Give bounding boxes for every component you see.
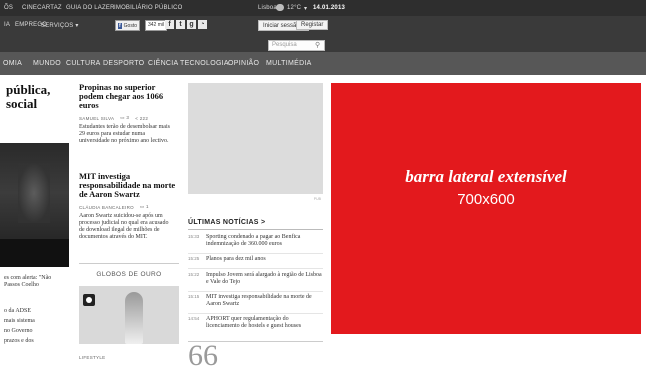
- divider: [188, 313, 323, 314]
- main-headline[interactable]: pública, social: [6, 83, 72, 111]
- nav-item-mundo[interactable]: MUNDO: [33, 60, 61, 67]
- ad-title: barra lateral extensível: [405, 167, 567, 186]
- news-link[interactable]: Planos para dez mil anos: [206, 256, 266, 266]
- weather-city: Lisboa: [258, 5, 277, 11]
- facebook-like-button[interactable]: f Gosto: [115, 20, 141, 31]
- comment-count[interactable]: ▭ 3: [120, 115, 129, 121]
- news-time: 14:54: [188, 316, 200, 321]
- header-bar: IA EMPREGO SERVIÇOS ▾ f Gosto 342 mil f …: [0, 16, 646, 52]
- nav-item-multimedia[interactable]: MULTIMÉDIA: [266, 60, 312, 67]
- section-nav: OMIA MUNDO CULTURA DESPORTO CIÊNCIA TECN…: [0, 52, 646, 75]
- share-icon: <: [135, 115, 139, 121]
- article-summary: Estudantes terão de desembolsar mais 29 …: [79, 124, 170, 144]
- news-time: 15:22: [188, 272, 200, 277]
- list-item[interactable]: 14:54 APHORT quer regulamentação do lice…: [188, 316, 323, 334]
- facebook-icon: f: [118, 22, 122, 29]
- divider: [188, 229, 323, 230]
- divider: [188, 268, 323, 269]
- divider: [79, 263, 179, 264]
- gallery-image[interactable]: [79, 286, 179, 344]
- list-item[interactable]: 15:33 Sporting condenado a pagar ao Benf…: [188, 234, 323, 252]
- top-link-imobiliario[interactable]: IMOBILIÁRIO PÚBLICO: [114, 5, 182, 11]
- author-name[interactable]: SAMUEL SILVA: [79, 116, 114, 121]
- news-link[interactable]: Sporting condenado a pagar ao Benfica in…: [206, 234, 323, 252]
- google-plus-icon[interactable]: g: [187, 20, 196, 29]
- article-meta: CLÁUDIA BANCALEIRO ▭ 1: [79, 204, 149, 210]
- nav-item-ciencia[interactable]: CIÊNCIA: [148, 60, 179, 67]
- side-story-link[interactable]: es com alerta: "Não Passos Coelho: [4, 275, 72, 289]
- article-summary: Aaron Swartz suicidou-se após um process…: [79, 213, 169, 240]
- top-link-cinecartaz[interactable]: CINECARTAZ: [22, 5, 62, 11]
- author-name[interactable]: CLÁUDIA BANCALEIRO: [79, 205, 134, 210]
- share-count[interactable]: < 222: [135, 116, 148, 121]
- nav-item-economia[interactable]: OMIA: [3, 60, 22, 67]
- menu-item-servicos[interactable]: SERVIÇOS ▾: [41, 22, 79, 29]
- camera-icon[interactable]: [83, 294, 95, 306]
- register-button[interactable]: Registar: [296, 20, 329, 30]
- news-link[interactable]: APHORT quer regulamentação do licenciame…: [206, 316, 323, 334]
- facebook-icon[interactable]: f: [165, 20, 174, 29]
- comment-count[interactable]: ▭ 1: [140, 204, 149, 210]
- rss-icon[interactable]: ◔: [198, 20, 207, 29]
- side-story-link-2[interactable]: o da ADSE mais sistema no Governo prazos…: [4, 306, 72, 346]
- nav-item-opiniao[interactable]: OPINIÃO: [228, 60, 259, 67]
- sidebar-ad-banner[interactable]: barra lateral extensível 700x600: [331, 83, 641, 334]
- article-meta: SAMUEL SILVA ▭ 3 < 222: [79, 115, 148, 121]
- ad-size: 700x600: [457, 191, 515, 208]
- image-figure: [18, 163, 50, 223]
- ad-marker-icon: PUB: [313, 197, 321, 201]
- news-time: 15:15: [188, 294, 200, 299]
- cloud-icon: [276, 4, 284, 11]
- list-item[interactable]: 15:15 MIT investiga responsabilidade na …: [188, 294, 323, 312]
- latest-news-list: 15:33 Sporting condenado a pagar ao Benf…: [188, 234, 323, 334]
- top-bar: ÕS CINECARTAZ GUIA DO LAZER IMOBILIÁRIO …: [0, 0, 646, 16]
- divider: [188, 253, 323, 254]
- main-story-image[interactable]: [0, 143, 69, 267]
- comment-icon: ▭: [139, 204, 145, 209]
- ad-caption: PUB: [188, 196, 323, 206]
- divider: [188, 291, 323, 292]
- nav-item-tecnologia[interactable]: TECNOLOGIA: [180, 60, 229, 67]
- quote-icon: 66: [188, 339, 218, 372]
- latest-news-title[interactable]: ÚLTIMAS NOTÍCIAS >: [188, 219, 265, 226]
- article-headline-propinas[interactable]: Propinas no superior podem chegar aos 10…: [79, 83, 174, 110]
- list-item[interactable]: 15:22 Impulso Jovem será alargado à regi…: [188, 272, 323, 290]
- news-link[interactable]: Impulso Jovem será alargado à região de …: [206, 272, 323, 290]
- chevron-down-icon[interactable]: ▾: [304, 5, 307, 12]
- nav-item-desporto[interactable]: DESPORTO: [103, 60, 144, 67]
- facebook-like-label: Gosto: [123, 22, 138, 29]
- category-label[interactable]: LIFESTYLE: [79, 355, 105, 360]
- top-link-os[interactable]: ÕS: [4, 5, 13, 11]
- image-figure: [125, 292, 143, 344]
- weather-temp: 12°C: [287, 5, 302, 11]
- current-date: 14.01.2013: [313, 5, 346, 11]
- search-input[interactable]: Pesquisa: [272, 42, 297, 48]
- article-headline-mit[interactable]: MIT investiga responsabilidade na morte …: [79, 172, 177, 199]
- nav-item-cultura[interactable]: CULTURA: [66, 60, 101, 67]
- facebook-like-count: 342 mil: [145, 20, 168, 31]
- search-icon[interactable]: ⚲: [315, 41, 320, 49]
- comment-icon: ▭: [120, 115, 125, 120]
- search-box[interactable]: Pesquisa ⚲: [268, 40, 325, 51]
- news-time: 15:33: [188, 234, 200, 239]
- menu-item-ia[interactable]: IA: [4, 22, 10, 28]
- ad-placeholder[interactable]: [188, 83, 323, 194]
- image-shadow: [0, 239, 69, 267]
- list-item[interactable]: 15:25 Planos para dez mil anos: [188, 256, 323, 266]
- news-link[interactable]: MIT investiga responsabilidade na morte …: [206, 294, 323, 312]
- top-link-guia-lazer[interactable]: GUIA DO LAZER: [66, 5, 115, 11]
- twitter-icon[interactable]: t: [176, 20, 185, 29]
- news-time: 15:25: [188, 256, 200, 261]
- section-label[interactable]: GLOBOS DE OURO: [79, 271, 179, 278]
